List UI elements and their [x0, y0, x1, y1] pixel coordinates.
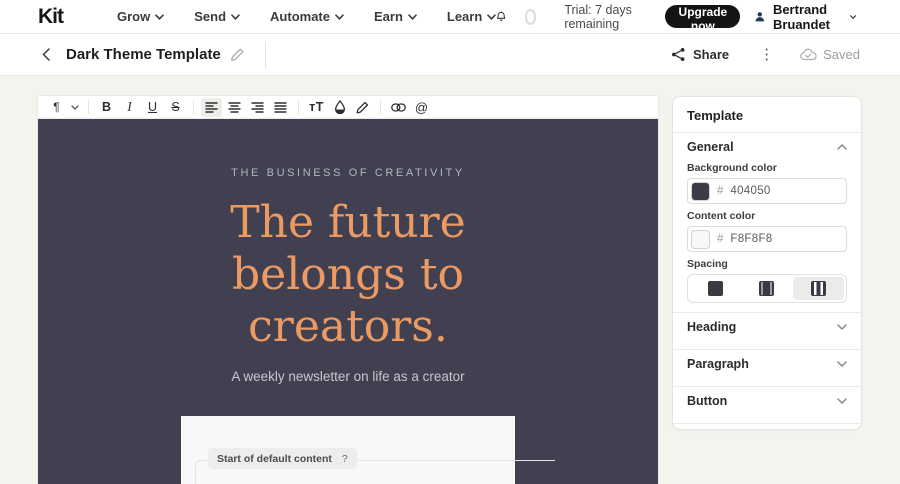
background-color-value: 404050	[730, 185, 771, 197]
help-question-icon[interactable]: ?	[342, 453, 348, 465]
nav-item-automate[interactable]: Automate	[270, 9, 344, 24]
eyebrow-text[interactable]: THE BUSINESS OF CREATIVITY	[231, 167, 465, 179]
background-color-swatch[interactable]	[691, 181, 710, 201]
chevron-up-icon	[837, 143, 847, 150]
section-heading[interactable]: Heading	[687, 313, 847, 340]
personalization-button[interactable]: @	[411, 98, 432, 117]
email-editor: ¶ B I U S тT @ THE BUSINESS OF CREATIVIT…	[38, 96, 658, 484]
align-center-button[interactable]	[224, 98, 245, 117]
section-general[interactable]: General	[687, 133, 847, 160]
header-divider	[264, 41, 266, 68]
content-color-swatch[interactable]	[691, 229, 710, 249]
align-left-button[interactable]	[201, 97, 222, 117]
section-paragraph[interactable]: Paragraph	[687, 350, 847, 377]
headline-text[interactable]: The future belongs to creators.	[230, 197, 465, 353]
back-button[interactable]	[42, 48, 50, 61]
highlight-pen-button[interactable]	[352, 98, 373, 117]
link-button[interactable]	[388, 98, 409, 117]
underline-button[interactable]: U	[142, 98, 163, 117]
content-color-label: Content color	[687, 210, 756, 222]
toolbar-divider	[380, 100, 381, 114]
nav-item-learn[interactable]: Learn	[447, 9, 497, 24]
nav-item-grow[interactable]: Grow	[117, 9, 165, 24]
nav-item-send[interactable]: Send	[194, 9, 240, 24]
chevron-down-icon	[335, 13, 344, 20]
spacing-option-none[interactable]	[690, 277, 741, 300]
toolbar-divider	[88, 100, 89, 114]
nav-item-earn[interactable]: Earn	[374, 9, 417, 24]
background-color-input[interactable]: # 404050	[687, 178, 847, 204]
align-right-button[interactable]	[247, 98, 268, 117]
share-button[interactable]: Share	[671, 47, 729, 62]
align-center-icon	[228, 101, 241, 113]
section-footer[interactable]: Footer	[687, 424, 847, 429]
chevron-down-icon	[837, 360, 847, 367]
align-justify-button[interactable]	[270, 98, 291, 117]
chevron-down-icon	[231, 13, 240, 20]
toolbar-divider	[193, 100, 194, 114]
start-of-default-content-badge: Start of default content ?	[208, 448, 357, 469]
panel-title: Template	[687, 108, 744, 123]
chevron-left-icon	[42, 48, 50, 61]
saved-label: Saved	[823, 47, 860, 62]
text-color-button[interactable]	[329, 98, 350, 117]
chevron-down-icon	[837, 323, 847, 330]
chevron-down-icon	[71, 104, 79, 110]
template-settings-panel: Template General Background color # 4040…	[672, 96, 862, 430]
chevron-down-icon	[155, 13, 165, 20]
user-account-menu[interactable]: Bertrand Bruandet	[754, 2, 856, 32]
cloud-check-icon	[800, 48, 817, 61]
user-name: Bertrand Bruandet	[772, 1, 830, 32]
pen-icon	[356, 101, 369, 113]
content-card[interactable]: Start of default content ?	[181, 416, 555, 484]
content-color-input[interactable]: # F8F8F8	[687, 226, 847, 252]
spacing-option-wide[interactable]	[792, 277, 844, 300]
color-droplet-icon	[334, 100, 345, 114]
upgrade-now-button[interactable]: Upgrade now	[665, 5, 741, 33]
section-button[interactable]: Button	[687, 387, 847, 414]
chevron-down-icon	[849, 14, 856, 19]
top-nav-right: Trial: 7 days remaining Upgrade now Bert…	[496, 2, 856, 33]
template-header-bar: Dark Theme Template Share ⋮ Saved	[0, 34, 900, 76]
link-icon	[391, 102, 406, 112]
header-actions: Share ⋮ Saved	[671, 47, 860, 62]
bold-button[interactable]: B	[96, 98, 117, 117]
spacing-option-narrow[interactable]	[741, 277, 792, 300]
align-justify-icon	[274, 101, 287, 113]
paragraph-style-dropdown[interactable]	[69, 98, 81, 117]
avatar	[755, 12, 765, 22]
kit-logo[interactable]: Kit	[38, 6, 64, 27]
email-canvas[interactable]: THE BUSINESS OF CREATIVITY The future be…	[38, 119, 658, 484]
share-icon	[671, 48, 685, 61]
spacing-none-icon	[708, 281, 724, 296]
italic-button[interactable]: I	[119, 98, 140, 117]
trial-status-text: Trial: 7 days remaining	[564, 2, 632, 31]
notifications-bell-icon[interactable]	[496, 8, 506, 25]
formatting-toolbar: ¶ B I U S тT @	[38, 96, 658, 119]
page-title: Dark Theme Template	[66, 46, 221, 63]
align-right-icon	[251, 101, 264, 113]
subtitle-text[interactable]: A weekly newsletter on life as a creator	[231, 369, 464, 384]
toolbar-divider	[298, 100, 299, 114]
more-options-kebab-menu[interactable]: ⋮	[759, 47, 774, 62]
top-navigation-bar: Kit Grow Send Automate Earn Learn Trial:…	[0, 0, 900, 34]
content-color-value: F8F8F8	[730, 233, 773, 245]
spacing-wide-icon	[810, 281, 826, 296]
chevron-down-icon	[487, 13, 497, 20]
strikethrough-button[interactable]: S	[165, 98, 186, 117]
spacing-narrow-icon	[759, 281, 775, 296]
spacing-segmented-control	[687, 274, 847, 303]
align-left-icon	[205, 101, 218, 113]
status-ring-icon[interactable]	[524, 8, 537, 25]
badge-label: Start of default content	[217, 452, 332, 465]
chevron-down-icon	[837, 397, 847, 404]
text-size-button[interactable]: тT	[306, 98, 327, 117]
rename-pencil-icon[interactable]	[230, 47, 245, 62]
chevron-down-icon	[408, 13, 417, 20]
saved-status: Saved	[800, 47, 860, 62]
spacing-label: Spacing	[687, 258, 728, 270]
paragraph-style-button[interactable]: ¶	[46, 98, 67, 117]
background-color-label: Background color	[687, 162, 777, 174]
main-menu: Grow Send Automate Earn Learn	[117, 9, 497, 24]
